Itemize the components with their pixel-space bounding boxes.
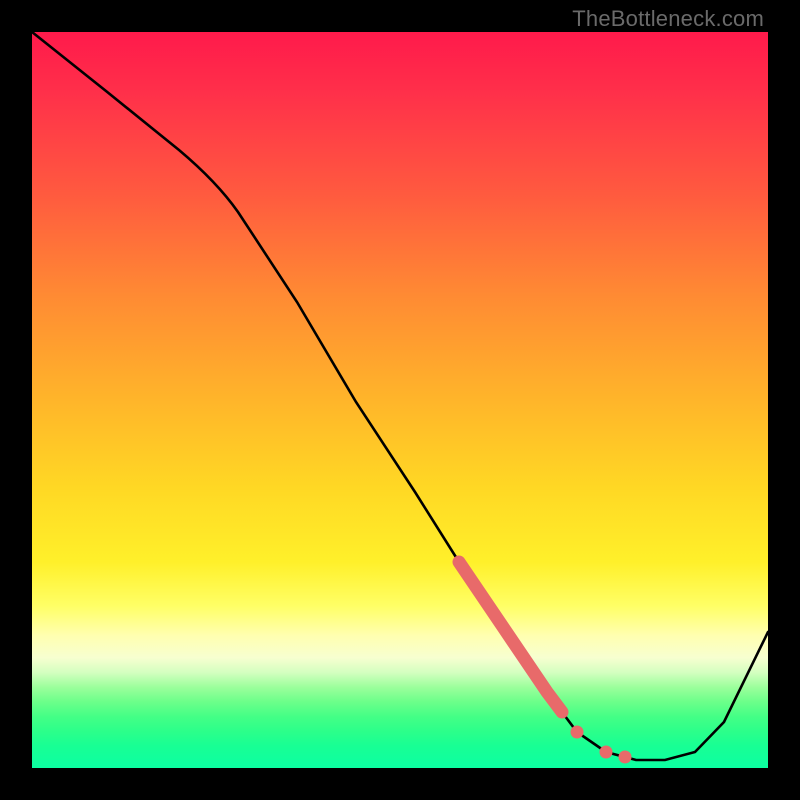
chart-frame: TheBottleneck.com xyxy=(0,0,800,800)
watermark: TheBottleneck.com xyxy=(572,6,764,32)
highlight-dot xyxy=(571,726,584,739)
curve-svg xyxy=(32,32,768,768)
highlight-dot xyxy=(619,751,632,764)
plot-area xyxy=(32,32,768,768)
highlight-segment xyxy=(459,562,562,712)
curve-path xyxy=(32,32,768,760)
highlight-dot xyxy=(600,746,613,759)
